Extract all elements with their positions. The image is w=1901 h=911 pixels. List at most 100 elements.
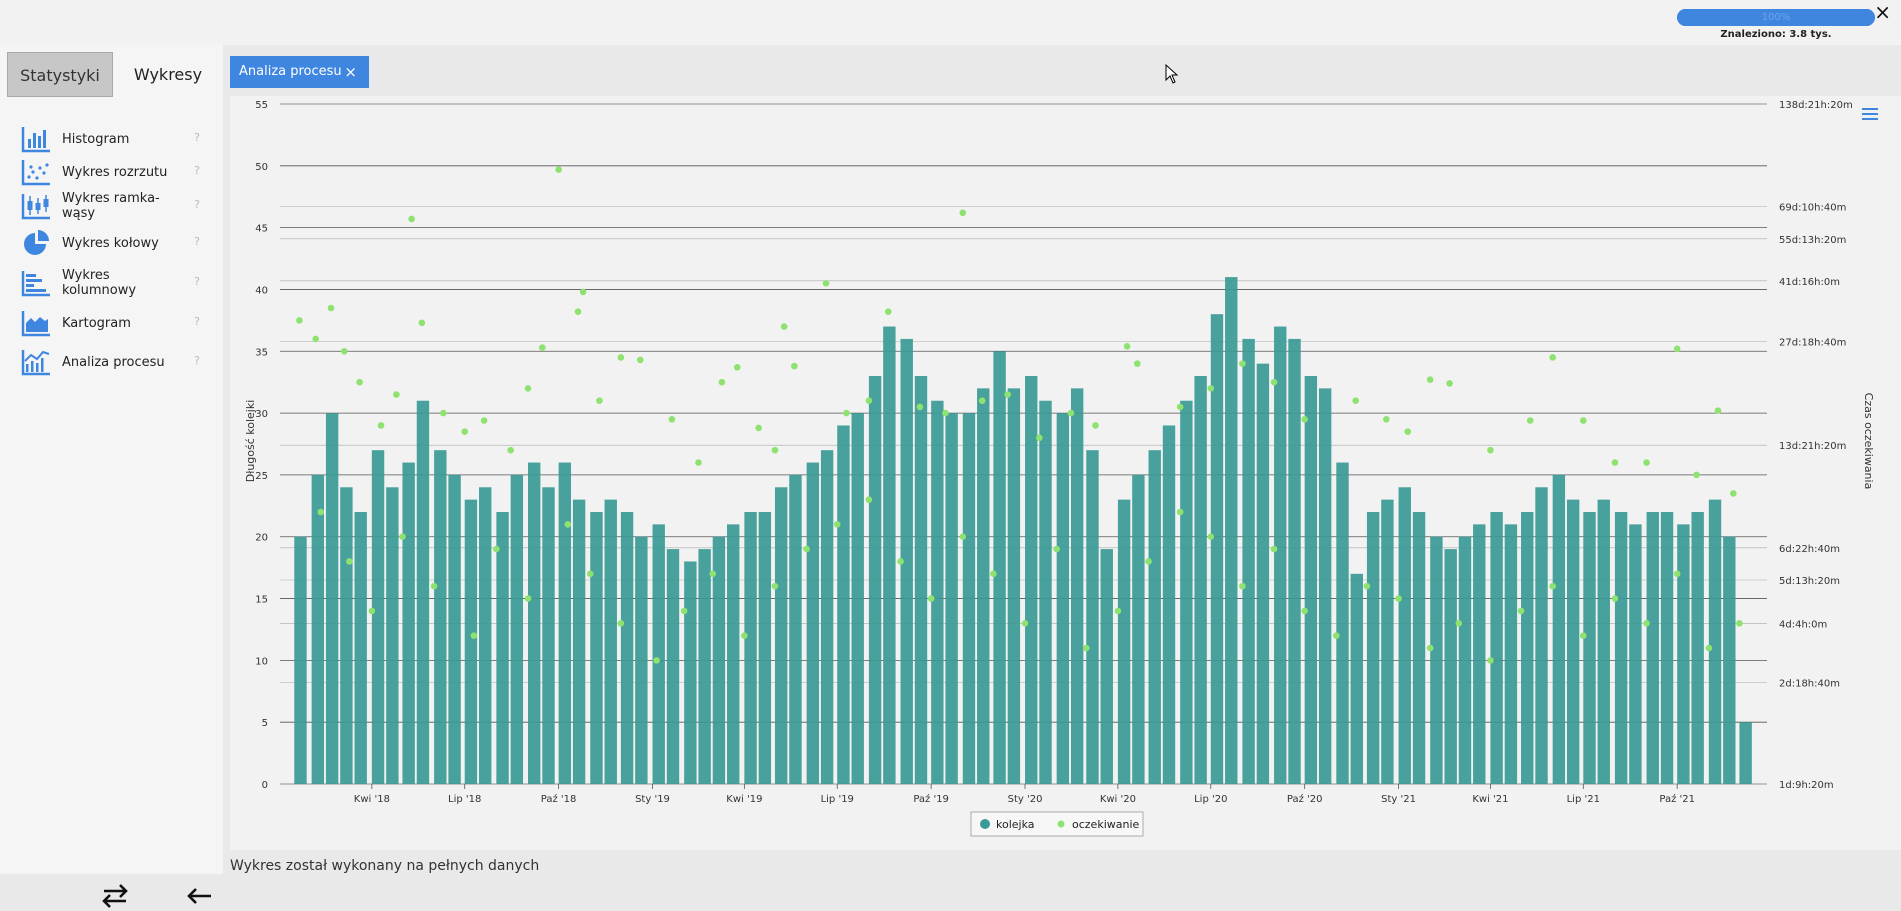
x-tick-label: Kwi '21 [1472,794,1508,805]
y-tick-label: 40 [255,285,268,296]
point-oczekiwanie [470,632,478,639]
point-oczekiwanie [296,317,303,324]
point-oczekiwanie [843,409,850,417]
point-oczekiwanie [1270,545,1278,553]
point-oczekiwanie [430,582,438,590]
point-oczekiwanie [959,533,967,541]
arrow-left-icon[interactable] [183,881,217,911]
point-oczekiwanie [1611,595,1619,602]
chart-panel: 0 5 10 15 20 25 30 35 40 45 50 55 1d:9h:20m 2d:18h:40… [230,96,1901,850]
y2-tick-label: 5d:13h:20m [1779,576,1840,587]
point-oczekiwanie [346,558,353,565]
bar-kolejka [1660,512,1674,784]
bar-kolejka [1646,512,1659,784]
bar-kolejka [1086,450,1099,784]
bar-kolejka [931,400,944,784]
menu-item-pie[interactable]: Wykres kołowy ? [20,226,200,260]
bar-kolejka [448,474,461,784]
bar-kolejka [479,487,492,784]
bar-kolejka [1535,487,1548,784]
menu-item-kartogram[interactable]: Kartogram ? [20,306,200,340]
help-icon[interactable]: ? [194,235,200,248]
menu-item-histogram[interactable]: Histogram ? [20,122,200,156]
menu-item-process[interactable]: Analiza procesu ? [20,345,200,379]
bar-kolejka [1366,512,1380,784]
help-icon[interactable]: ? [194,164,200,177]
point-oczekiwanie [636,356,644,364]
bar-kolejka [945,413,958,784]
bar-kolejka [311,474,325,784]
bar-kolejka [666,549,680,784]
bar-kolejka [496,512,509,784]
point-oczekiwanie [741,632,748,639]
point-oczekiwanie [1082,644,1090,652]
help-icon[interactable]: ? [194,315,200,328]
point-oczekiwanie [1239,582,1246,590]
bar-kolejka [1132,474,1145,784]
y-tick-label: 15 [255,595,268,606]
tab-close-icon[interactable]: × [344,56,357,88]
bar-kolejka [851,413,864,784]
bar-kolejka [883,326,896,784]
help-icon[interactable]: ? [194,354,200,367]
bar-kolejka [1304,376,1318,784]
bar-kolejka [914,376,928,784]
tab-analiza-procesu[interactable]: Analiza procesu × [230,56,369,88]
menu-label-process: Analiza procesu [62,354,165,370]
bar-kolejka [1381,499,1394,784]
menu-item-column[interactable]: Wykres kolumnowy ? [20,266,200,300]
bar-kolejka [1430,536,1443,784]
bar-kolejka [684,561,697,784]
y-tick-label: 10 [255,656,268,667]
help-icon[interactable]: ? [194,131,200,144]
point-oczekiwanie [771,446,779,454]
point-oczekiwanie [1730,490,1737,497]
point-oczekiwanie [803,545,810,553]
point-oczekiwanie [524,385,532,392]
area-map-icon [21,311,50,337]
close-button[interactable]: × [1874,0,1891,24]
bar-kolejka [1490,512,1503,784]
bar-kolejka [1583,512,1596,784]
y-tick-label: 20 [255,533,268,544]
bar-kolejka [727,524,740,784]
tab-statystyki[interactable]: Statystyki [7,52,113,97]
point-oczekiwanie [1579,417,1587,424]
bar-kolejka [1336,462,1349,784]
y2-tick-label: 2d:18h:40m [1779,679,1840,690]
tab-wykresy[interactable]: Wykresy [113,52,223,97]
y2-axis-label: Czas oczekiwania [1862,393,1875,490]
help-icon[interactable]: ? [194,275,200,288]
point-oczekiwanie [368,607,376,615]
point-oczekiwanie [718,378,726,386]
help-icon[interactable]: ? [194,198,200,211]
bar-kolejka [354,512,367,784]
y2-tick-label: 41d:16h:0m [1779,277,1840,288]
point-oczekiwanie [1036,434,1043,442]
menu-label-column: Wykres kolumnowy [62,268,137,298]
bar-kolejka [1691,512,1704,784]
bar-kolejka [1194,376,1207,784]
bar-kolejka [635,536,648,784]
bar-kolejka [1025,376,1038,784]
point-oczekiwanie [978,397,986,405]
point-oczekiwanie [1363,582,1371,590]
point-oczekiwanie [733,364,741,371]
x-tick-label: Lip '20 [1194,794,1227,805]
point-oczekiwanie [1643,459,1650,466]
bar-kolejka [1100,549,1113,784]
point-oczekiwanie [1487,446,1494,454]
bar-kolejka [1473,524,1486,784]
point-oczekiwanie [822,279,830,287]
bar-kolejka [1274,326,1287,784]
point-oczekiwanie [1693,471,1700,479]
point-oczekiwanie [586,570,594,578]
bar-kolejka [1597,499,1610,784]
mouse-cursor-icon [1165,64,1179,84]
hamburger-menu-icon[interactable] [1862,107,1878,121]
menu-item-boxplot[interactable]: Wykres ramka-wąsy ? [20,189,200,223]
swap-arrows-icon[interactable] [98,881,132,911]
chart-legend[interactable]: kolejka oczekiwanie [970,811,1144,837]
menu-label-boxplot: Wykres ramka-wąsy [62,191,160,221]
menu-item-scatter[interactable]: Wykres rozrzutu ? [20,155,200,189]
